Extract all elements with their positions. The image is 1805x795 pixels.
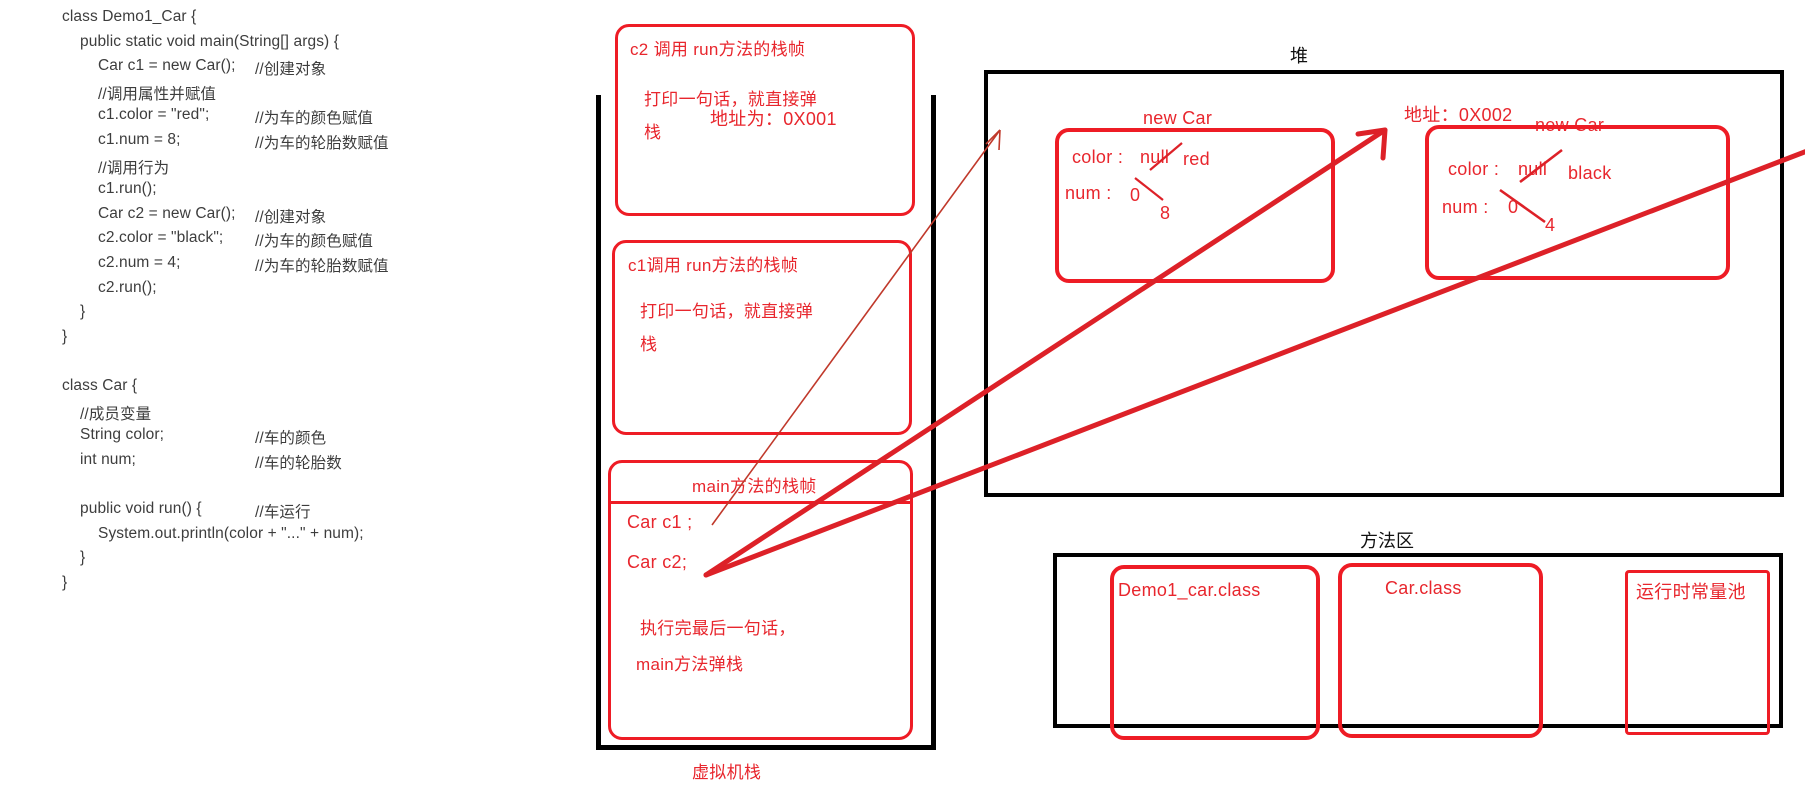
stack-frame-main-title: main方法的栈帧 — [692, 477, 817, 496]
heap-object-2-field-0-old-value: null — [1518, 159, 1548, 179]
code-comment: //为车的颜色赋值 — [255, 110, 374, 128]
code-line: //调用属性并赋值 — [98, 85, 217, 103]
code-line: c1.num = 8; — [98, 131, 181, 148]
code-line: c1.run(); — [98, 180, 157, 198]
stack-frame-main-note-line-2: main方法弹栈 — [636, 655, 744, 674]
code-line: } — [62, 327, 68, 345]
code-line: //成员变量 — [80, 405, 152, 423]
code-line: c2.run(); — [98, 278, 157, 296]
stack-frame-c1-run-body-line-1: 打印一句话，就直接弹 — [640, 302, 813, 321]
jvm-stack-caption: 虚拟机栈 — [692, 763, 762, 782]
code-comment: //创建对象 — [255, 208, 327, 226]
heap-object-1-field-1-new-value: 8 — [1160, 203, 1171, 223]
heap-object-2-field-1-new-value: 4 — [1545, 215, 1556, 235]
code-line: System.out.println(color + "..." + num); — [98, 524, 364, 542]
stack-frame-c2-run-body-line-2: 栈 — [644, 123, 662, 142]
source-code-panel: class Demo1_Car { public static void main… — [0, 0, 600, 795]
heap-object-2-field-1-name: num : — [1442, 197, 1489, 217]
stack-frame-main-note-line-1: 执行完最后一句话， — [640, 619, 796, 638]
code-line: class Demo1_Car { — [62, 8, 197, 25]
heap-object-1-field-0-old-value: null — [1140, 147, 1170, 167]
code-line: c2.num = 4; — [98, 254, 181, 271]
method-area-title: 方法区 — [1360, 531, 1414, 551]
code-line: c1.color = "red"; — [98, 106, 210, 124]
heap-title: 堆 — [1290, 46, 1308, 66]
heap-object-1-field-1-name: num : — [1065, 183, 1112, 203]
heap-object-1-field-0-name: color : — [1072, 147, 1124, 167]
heap-object-1-address-label: 地址为：0X001 — [710, 109, 837, 129]
code-comment: //车运行 — [255, 504, 311, 521]
code-line: c2.color = "black"; — [98, 229, 224, 247]
code-comment: //为车的轮胎数赋值 — [255, 258, 389, 275]
code-line: String color; — [80, 426, 164, 444]
code-comment: //车的颜色 — [255, 430, 327, 448]
heap-object-1-field-0-new-value: red — [1183, 149, 1210, 169]
code-line: class Car { — [62, 377, 138, 394]
heap-object-1-field-1-old-value: 0 — [1130, 185, 1141, 205]
code-line: Car c1 = new Car(); — [98, 57, 236, 75]
code-line: int num; — [80, 450, 136, 468]
jvm-stack-bottom-rule — [596, 745, 936, 750]
stack-frame-c1-run-body-line-2: 栈 — [640, 335, 658, 354]
code-line: //调用行为 — [98, 159, 170, 177]
method-area-item-runtime-constant-pool-label: 运行时常量池 — [1636, 582, 1746, 602]
code-line: Car c2 = new Car(); — [98, 204, 236, 222]
code-comment: //为车的轮胎数赋值 — [255, 135, 389, 152]
stack-frame-main-var-c2: Car c2; — [627, 552, 688, 572]
heap-object-2-field-0-new-value: black — [1568, 163, 1612, 183]
stack-frame-c2-run-title: c2 调用 run方法的栈帧 — [630, 40, 806, 59]
code-comment: //创建对象 — [255, 61, 327, 79]
heap-object-2-field-0-name: color : — [1448, 159, 1500, 179]
code-line: public void run() { — [80, 500, 202, 517]
heap-object-1-type-label: new Car — [1143, 108, 1213, 128]
code-line: } — [62, 573, 68, 591]
heap-object-2-field-1-old-value: 0 — [1508, 197, 1519, 217]
code-line: } — [80, 549, 86, 567]
code-comment: //为车的颜色赋值 — [255, 233, 374, 251]
stack-frame-main-var-c1: Car c1 ; — [627, 512, 693, 532]
stack-frame-main-title-divider — [610, 501, 911, 504]
code-comment: //车的轮胎数 — [255, 454, 342, 472]
method-area-item-demo1-car-class-label: Demo1_car.class — [1118, 580, 1261, 600]
method-area-item-car-class-label: Car.class — [1385, 578, 1462, 598]
code-line: } — [80, 303, 86, 321]
heap-object-2-address-label: 地址：0X002 — [1404, 105, 1513, 125]
stack-frame-c1-run-title: c1调用 run方法的栈帧 — [628, 256, 799, 275]
code-line: public static void main(String[] args) { — [80, 32, 339, 50]
